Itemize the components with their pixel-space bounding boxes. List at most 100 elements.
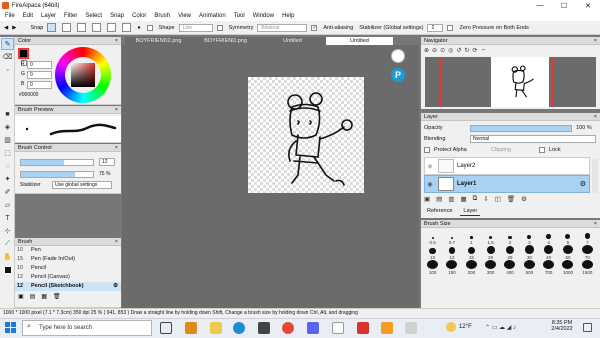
brush-size-cell[interactable]: 0.5 (423, 230, 442, 245)
menu-select[interactable]: Select (85, 13, 102, 19)
brush-opacity-slider[interactable] (20, 171, 94, 178)
snap-point-icon[interactable]: ● (137, 25, 140, 31)
windows-start-icon[interactable] (5, 322, 16, 333)
tab-boyfriend2[interactable]: BOYFRIEND2.png (125, 37, 192, 45)
tab-untitled-1[interactable]: Untitled (259, 37, 326, 45)
protect-alpha-checkbox[interactable]: Protect Alpha (424, 147, 467, 153)
snap-curve-icon[interactable] (122, 23, 133, 32)
brush-size-cell[interactable]: 40 (539, 245, 558, 260)
notepad-icon[interactable] (332, 322, 344, 334)
navigator-preview[interactable] (425, 57, 596, 107)
brush-size-input[interactable]: 12 (99, 158, 115, 166)
notification-icon[interactable] (583, 323, 592, 332)
add-brush-icon[interactable]: ▣ (18, 293, 24, 300)
new-8bit-layer-icon[interactable]: ▤ (436, 195, 442, 203)
user-avatar-icon[interactable] (391, 49, 405, 63)
brush-size-cell[interactable]: 4 (539, 230, 558, 245)
brush-size-cell[interactable]: 1 (462, 230, 481, 245)
color-wheel[interactable] (55, 47, 111, 103)
panel-close-icon[interactable]: × (115, 238, 118, 246)
operation-tool-icon[interactable]: ⊹ (1, 225, 14, 237)
lasso-tool-icon[interactable]: ◌ (1, 160, 14, 172)
stabilizer-dropdown[interactable]: Use global settings (52, 181, 112, 189)
select-tool-icon[interactable]: ⬚ (1, 147, 14, 159)
tab-reference[interactable]: Reference (424, 207, 455, 216)
saturation-value-square[interactable] (71, 63, 95, 87)
b-input[interactable]: 0 (27, 81, 52, 89)
antialiasing-checkbox[interactable]: ✓ (311, 24, 319, 31)
menu-filter[interactable]: Filter (64, 13, 77, 19)
layer-row-selected[interactable]: ◉ Layer1 ⚙ (424, 175, 590, 193)
snap-radial-icon[interactable] (92, 23, 103, 32)
brush-size-cell[interactable]: 150 (442, 260, 461, 275)
symmetry-checkbox[interactable] (216, 24, 225, 31)
brush-size-cell[interactable]: 1000 (558, 260, 577, 275)
new-folder-icon[interactable]: ▦ (460, 195, 466, 203)
gradient-tool-icon[interactable]: ▥ (1, 134, 14, 146)
brush-size-cell[interactable]: 1.5 (481, 230, 500, 245)
brush-folder-icon[interactable]: ▦ (41, 293, 47, 300)
foreground-color-swatch[interactable] (18, 48, 29, 59)
tab-layer[interactable]: Layer (460, 207, 481, 216)
task-view-icon[interactable] (160, 322, 172, 334)
merge-down-icon[interactable]: ⇩ (483, 195, 488, 203)
brush-size-cell[interactable]: 700 (539, 260, 558, 275)
edge-browser-icon[interactable] (233, 322, 245, 334)
menu-tool[interactable]: Tool (234, 13, 245, 19)
brush-size-cell[interactable]: 25 (500, 245, 519, 260)
redo-icon[interactable]: ▶ (12, 25, 16, 31)
shape-checkbox[interactable] (146, 24, 155, 31)
zoom-out-icon[interactable]: ⊖ (432, 47, 437, 54)
panel-close-icon[interactable]: × (594, 37, 597, 45)
brush-size-cell[interactable]: 10 (423, 245, 442, 260)
snap-circle-icon[interactable] (107, 23, 118, 32)
zoom-actual-icon[interactable]: ◎ (448, 47, 453, 54)
lock-checkbox[interactable]: Lock (539, 147, 561, 153)
chrome-browser-icon[interactable] (282, 322, 294, 334)
r-input[interactable]: 0 (27, 61, 52, 69)
layer-property-icon[interactable]: ⚙ (521, 195, 527, 203)
list-item[interactable]: 15 Pen (Fade In/Out) (15, 255, 121, 264)
select-eraser-tool-icon[interactable]: ▱ (1, 199, 14, 211)
undo-icon[interactable]: ◀ (4, 25, 8, 31)
system-tray-icons[interactable]: ⌃ ▭ ☁ ◢ ♪ (485, 324, 516, 331)
hex-value[interactable]: #000000 (19, 92, 38, 98)
tab-boyfriend[interactable]: BOYFRIEND.png (192, 37, 259, 45)
paint-app-icon[interactable] (381, 322, 393, 334)
magic-wand-tool-icon[interactable]: ✦ (1, 173, 14, 185)
panel-close-icon[interactable]: × (115, 37, 118, 45)
menu-color[interactable]: Color (132, 13, 146, 19)
brush-size-cell[interactable]: 15 (462, 245, 481, 260)
list-item[interactable]: 10 Pencil (15, 264, 121, 273)
delete-layer-icon[interactable]: 🗑 (507, 195, 515, 203)
clock[interactable]: 8:35 PM 2/4/2022 (547, 320, 577, 332)
menu-layer[interactable]: Layer (41, 13, 56, 19)
duplicate-brush-icon[interactable]: ▤ (30, 293, 36, 300)
flip-icon[interactable]: ⇔ (480, 47, 486, 54)
layer-row[interactable]: ◉ Layer2 (424, 157, 590, 175)
select-pen-tool-icon[interactable]: ✐ (1, 186, 14, 198)
brush-size-cell[interactable]: 7 (578, 230, 597, 245)
clear-layer-icon[interactable]: ◫ (495, 195, 501, 203)
weather-temp[interactable]: 12°F (459, 324, 472, 330)
minimize-button[interactable]: — (528, 0, 552, 11)
brush-settings-icon[interactable]: ⚙ (113, 282, 118, 291)
zero-pressure-checkbox[interactable] (447, 24, 455, 31)
rotate-reset-icon[interactable]: ⟳ (472, 47, 477, 54)
brush-size-slider[interactable] (20, 159, 94, 166)
bucket-tool-icon[interactable]: ◈ (1, 121, 14, 133)
duplicate-layer-icon[interactable]: ⧉ (473, 195, 478, 203)
list-item-selected[interactable]: 12 Pencil (Sketchbook) ⚙ (15, 282, 121, 291)
brush-tool-icon[interactable]: ✎ (1, 38, 14, 50)
brush-size-cell[interactable]: 3 (520, 230, 539, 245)
brush-size-cell[interactable]: 500 (520, 260, 539, 275)
brush-size-cell[interactable]: 200 (462, 260, 481, 275)
new-layer-icon[interactable]: ▣ (424, 195, 430, 203)
menu-brush[interactable]: Brush (154, 13, 170, 19)
taskbar-search-input[interactable]: Type here to search (22, 320, 152, 336)
settings-app-icon[interactable] (405, 322, 417, 334)
menu-view[interactable]: View (178, 13, 191, 19)
menu-animation[interactable]: Animation (199, 13, 226, 19)
brush-size-cell[interactable]: 12 (442, 245, 461, 260)
menu-snap[interactable]: Snap (110, 13, 124, 19)
